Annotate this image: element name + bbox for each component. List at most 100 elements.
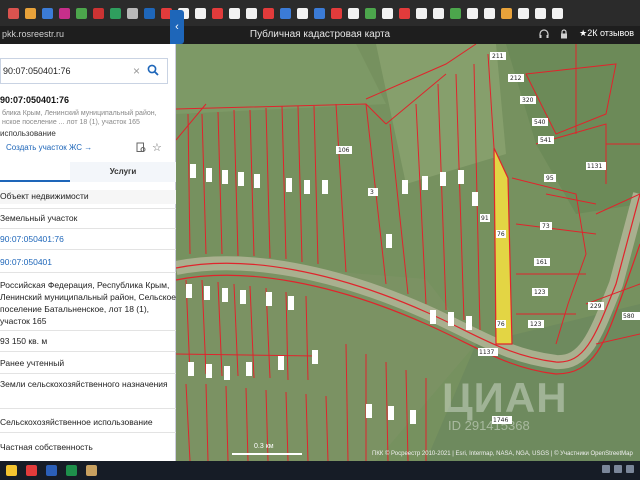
parcel-label: 229 bbox=[588, 302, 604, 310]
system-tray bbox=[602, 465, 634, 473]
field-permitted-use: Сельскохозяйственное использование bbox=[0, 417, 153, 427]
field-area: 93 150 кв. м bbox=[0, 336, 48, 346]
svg-text:76: 76 bbox=[497, 321, 505, 328]
bookmark-icon[interactable] bbox=[314, 7, 325, 19]
word-icon[interactable] bbox=[46, 465, 57, 476]
bookmark-icon[interactable] bbox=[212, 7, 223, 19]
parcel-label: 3 bbox=[368, 188, 378, 196]
field-cad-quarter-link[interactable]: 90:07:050401 bbox=[0, 256, 176, 268]
bookmark-icon[interactable] bbox=[348, 7, 359, 19]
collapse-sidebar-button[interactable]: ‹ bbox=[170, 10, 184, 44]
bookmark-icon[interactable] bbox=[25, 7, 36, 19]
svg-text:76: 76 bbox=[497, 231, 505, 238]
tab-info[interactable] bbox=[0, 162, 70, 182]
bookmark-icon[interactable] bbox=[195, 7, 206, 19]
bookmark-icon[interactable] bbox=[280, 7, 291, 19]
parcel-label: 95 bbox=[544, 174, 556, 182]
bookmark-icon[interactable] bbox=[365, 7, 376, 19]
svg-text:91: 91 bbox=[481, 215, 489, 222]
bookmark-icon[interactable] bbox=[484, 7, 495, 19]
tray-icon[interactable] bbox=[602, 465, 610, 473]
search-input[interactable] bbox=[1, 59, 121, 83]
yandex-browser-icon[interactable] bbox=[26, 465, 37, 476]
bookmark-icon[interactable] bbox=[93, 7, 104, 19]
document-icon[interactable] bbox=[136, 142, 146, 153]
scale-label: 0.3 км bbox=[254, 443, 274, 450]
bookmark-icon[interactable] bbox=[467, 7, 478, 19]
bookmark-icon[interactable] bbox=[552, 7, 563, 19]
svg-text:123: 123 bbox=[534, 289, 546, 296]
bookmark-icon[interactable] bbox=[127, 7, 138, 19]
svg-text:95: 95 bbox=[546, 175, 554, 182]
field-object-type-label: Объект недвижимости bbox=[0, 190, 176, 204]
create-parcel-link[interactable]: Создать участок ЖС → bbox=[6, 143, 92, 152]
bookmark-icon[interactable] bbox=[144, 7, 155, 19]
parcel-label: 161 bbox=[534, 258, 550, 266]
svg-text:580: 580 bbox=[623, 313, 635, 320]
tray-icon[interactable] bbox=[614, 465, 622, 473]
reviews-button[interactable]: ★2К отзывов bbox=[579, 28, 634, 39]
bookmark-icon[interactable] bbox=[229, 7, 240, 19]
bookmark-icon[interactable] bbox=[518, 7, 529, 19]
field-object-type-value: Земельный участок bbox=[0, 213, 78, 223]
svg-text:1137: 1137 bbox=[479, 349, 494, 356]
scale-bar bbox=[232, 453, 302, 455]
bookmark-icon[interactable] bbox=[416, 7, 427, 19]
svg-text:540: 540 bbox=[534, 119, 546, 126]
parcel-label: 1131 bbox=[586, 162, 606, 170]
svg-text:161: 161 bbox=[536, 259, 548, 266]
bookmark-icon[interactable] bbox=[76, 7, 87, 19]
folder-icon[interactable] bbox=[6, 465, 17, 476]
parcel-label: 320 bbox=[520, 96, 536, 104]
parcel-label: 1137 bbox=[478, 348, 498, 356]
bookmark-icon[interactable] bbox=[331, 7, 342, 19]
map-canvas[interactable]: 211 212 320 540 541 95 73 161 123 123 22… bbox=[176, 44, 640, 461]
star-icon[interactable]: ☆ bbox=[152, 141, 162, 154]
svg-text:229: 229 bbox=[590, 303, 602, 310]
excel-icon[interactable] bbox=[66, 465, 77, 476]
svg-text:106: 106 bbox=[338, 147, 350, 154]
clear-icon[interactable]: × bbox=[133, 64, 140, 78]
svg-text:211: 211 bbox=[492, 53, 504, 60]
watermark: ЦИАН bbox=[442, 374, 568, 421]
bookmark-icon[interactable] bbox=[450, 7, 461, 19]
bookmark-icon[interactable] bbox=[382, 7, 393, 19]
bookmark-icon[interactable] bbox=[8, 7, 19, 19]
parcel-label: 76 bbox=[496, 230, 506, 238]
app-icon[interactable] bbox=[86, 465, 97, 476]
parcel-label: 76 bbox=[496, 320, 506, 328]
bookmark-icon[interactable] bbox=[399, 7, 410, 19]
svg-text:541: 541 bbox=[540, 137, 552, 144]
svg-text:212: 212 bbox=[510, 75, 522, 82]
svg-text:3: 3 bbox=[370, 189, 374, 196]
parcel-label: 212 bbox=[508, 74, 524, 82]
map-scale: 0.3 км bbox=[232, 443, 302, 455]
bookmark-icon[interactable] bbox=[110, 7, 121, 19]
parcel-usage: использование bbox=[0, 129, 56, 138]
map-attribution[interactable]: ПКК © Росреестр 2010-2021 | Esri, Interm… bbox=[372, 451, 633, 457]
bookmark-icon[interactable] bbox=[535, 7, 546, 19]
headphones-icon[interactable] bbox=[539, 28, 549, 39]
lock-icon[interactable] bbox=[559, 28, 569, 39]
svg-text:320: 320 bbox=[522, 97, 534, 104]
bookmark-icon[interactable] bbox=[433, 7, 444, 19]
bookmark-icon[interactable] bbox=[297, 7, 308, 19]
bookmark-icon[interactable] bbox=[246, 7, 257, 19]
divider bbox=[0, 351, 176, 352]
bookmark-icon[interactable] bbox=[501, 7, 512, 19]
svg-text:1131: 1131 bbox=[587, 163, 602, 170]
bookmark-icon[interactable] bbox=[263, 7, 274, 19]
bookmark-icon[interactable] bbox=[59, 7, 70, 19]
search-box: × bbox=[0, 58, 168, 84]
bookmark-icon[interactable] bbox=[42, 7, 53, 19]
search-icon[interactable] bbox=[147, 64, 159, 76]
divider bbox=[0, 272, 176, 273]
field-cad-number-link[interactable]: 90:07:050401:76 bbox=[0, 233, 176, 245]
cadastral-map[interactable]: 211 212 320 540 541 95 73 161 123 123 22… bbox=[176, 44, 640, 461]
tab-services[interactable]: Услуги bbox=[70, 162, 176, 182]
tray-icon[interactable] bbox=[626, 465, 634, 473]
divider bbox=[0, 373, 176, 374]
divider bbox=[0, 208, 176, 209]
parcel-label: 123 bbox=[528, 320, 544, 328]
parcel-label: 91 bbox=[480, 214, 490, 222]
